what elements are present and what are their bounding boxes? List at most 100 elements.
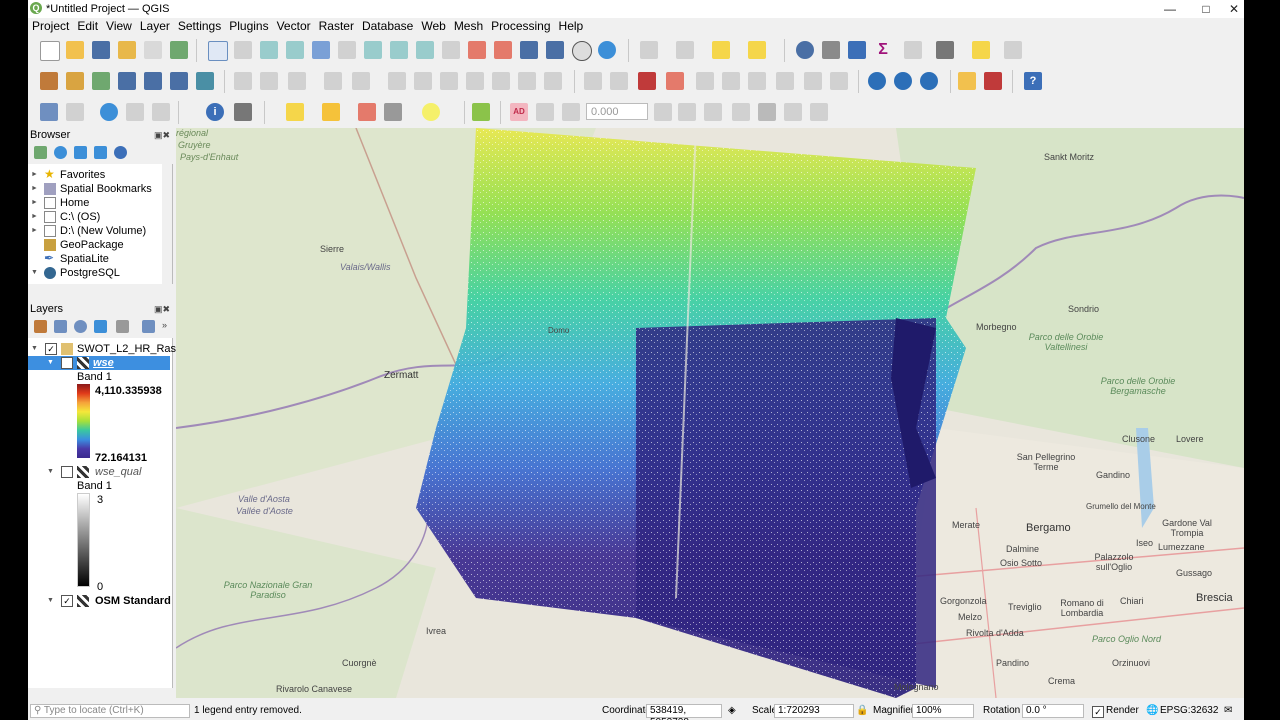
show-layout-manager-icon[interactable] [144, 41, 162, 59]
settings-tool-icon[interactable] [384, 103, 402, 121]
rotate-label-icon[interactable] [722, 72, 740, 90]
minimize-button[interactable]: — [1152, 0, 1188, 18]
add-virtual-layer-icon[interactable] [196, 72, 214, 90]
paste-features-icon[interactable] [492, 72, 510, 90]
menu-edit[interactable]: Edit [73, 18, 102, 35]
cad-grid-icon[interactable] [562, 103, 580, 121]
statistics-sum-icon[interactable]: Σ [874, 41, 892, 59]
browser-scrollbar[interactable] [162, 164, 172, 284]
show-bookmarks-icon[interactable] [546, 41, 564, 59]
modify-attributes-icon[interactable] [388, 72, 406, 90]
refresh-icon[interactable] [598, 41, 616, 59]
pan-to-selection-icon[interactable] [234, 41, 252, 59]
browser-item-bookmarks[interactable]: ► Spatial Bookmarks [28, 182, 168, 196]
highlight-labels-icon[interactable] [638, 72, 656, 90]
undo-icon[interactable] [518, 72, 536, 90]
layer-wse-qual[interactable]: ▼ wse_qual [28, 465, 168, 479]
browser-item-favorites[interactable]: ► ★ Favorites [28, 167, 168, 182]
select-by-polygon-icon[interactable] [358, 103, 376, 121]
select-features-icon[interactable] [640, 41, 658, 59]
coordinate-field[interactable]: 538419, 5052728 [646, 704, 722, 720]
zoom-last-icon[interactable] [416, 41, 434, 59]
rotation-field[interactable]: 0.0 ° [1022, 704, 1084, 718]
label-properties-icon[interactable] [804, 72, 822, 90]
toggle-editing-icon[interactable] [260, 72, 278, 90]
menu-plugins[interactable]: Plugins [225, 18, 272, 35]
add-raster-layer-icon[interactable] [170, 72, 188, 90]
menu-vector[interactable]: Vector [273, 18, 315, 35]
advanced-digitizing-icon[interactable]: AD [510, 103, 528, 121]
copy-features-icon[interactable] [466, 72, 484, 90]
coordinate-capture-icon[interactable] [40, 103, 58, 121]
close-panel-icon[interactable]: ▣✖ [154, 128, 170, 142]
label-abc-icon[interactable] [666, 72, 684, 90]
locator-search-icon[interactable] [1004, 41, 1022, 59]
menu-web[interactable]: Web [417, 18, 449, 35]
layers-hscrollbar[interactable] [28, 688, 172, 700]
gps-icon[interactable] [100, 103, 118, 121]
geometry-checker-icon[interactable] [126, 103, 144, 121]
render-checkbox[interactable]: ✓ [1092, 706, 1104, 718]
crs-icon[interactable]: 🌐 [1146, 705, 1158, 716]
zoom-to-selection-icon[interactable] [338, 41, 356, 59]
info-icon[interactable]: i [206, 103, 224, 121]
close-panel-icon[interactable]: ▣✖ [154, 302, 170, 316]
select-by-value-icon[interactable] [676, 41, 694, 59]
annotation-icon[interactable] [784, 103, 802, 121]
globe-settings-icon[interactable] [894, 72, 912, 90]
data-source-manager-icon[interactable] [40, 72, 58, 90]
measure-area-icon[interactable] [904, 41, 922, 59]
map-tips-icon[interactable] [972, 41, 990, 59]
globe-download-icon[interactable] [920, 72, 938, 90]
toggle-extent-icon[interactable]: ◈ [728, 705, 736, 716]
select-location-icon[interactable] [748, 41, 766, 59]
layer-styling-icon[interactable] [34, 320, 47, 333]
zoom-out-icon[interactable] [286, 41, 304, 59]
aq3-icon[interactable] [704, 103, 722, 121]
menu-processing[interactable]: Processing [487, 18, 554, 35]
layer-group-swot[interactable]: ▼ ✓ SWOT_L2_HR_Raste [28, 342, 185, 356]
label-tool-icon[interactable] [584, 72, 602, 90]
lock-scale-icon[interactable]: 🔒 [856, 705, 868, 716]
pin-labels-icon[interactable] [610, 72, 628, 90]
new-bookmark-icon[interactable] [520, 41, 538, 59]
group-checkbox[interactable]: ✓ [45, 343, 57, 355]
menu-view[interactable]: View [102, 18, 136, 35]
filter-legend-icon[interactable] [94, 320, 107, 333]
close-button[interactable]: ✕ [1224, 0, 1244, 18]
filter-browser-icon[interactable] [74, 146, 87, 159]
aq2-icon[interactable] [678, 103, 696, 121]
style-manager-icon[interactable] [170, 41, 188, 59]
scale-field[interactable]: 1:720293 [774, 704, 854, 718]
new-print-layout-icon[interactable] [118, 41, 136, 59]
select-rectangle-icon[interactable] [286, 103, 304, 121]
browser-item-d-drive[interactable]: ► D:\ (New Volume) [28, 224, 168, 238]
diagram-tool-icon[interactable] [830, 72, 848, 90]
vertex-tool-icon[interactable] [352, 72, 370, 90]
text-tool-icon[interactable] [732, 103, 750, 121]
wrench-icon[interactable] [234, 103, 252, 121]
move-label-icon[interactable] [696, 72, 714, 90]
browser-item-geopackage[interactable]: GeoPackage [28, 238, 168, 252]
add-vector-layer-icon[interactable] [66, 72, 84, 90]
zoom-full-icon[interactable] [312, 41, 330, 59]
properties-icon[interactable] [114, 146, 127, 159]
browser-item-home[interactable]: ► Home [28, 196, 168, 210]
cad-tool-icon[interactable] [536, 103, 554, 121]
zoom-next-icon[interactable] [442, 41, 460, 59]
refresh-browser-icon[interactable] [54, 146, 67, 159]
change-label-icon[interactable] [748, 72, 766, 90]
save-edits-icon[interactable] [288, 72, 306, 90]
attribute-list-icon[interactable] [322, 103, 340, 121]
add-group-icon[interactable] [54, 320, 67, 333]
globe-plugin-icon[interactable] [868, 72, 886, 90]
pan-map-icon[interactable] [208, 41, 228, 61]
topology-checker-icon[interactable] [152, 103, 170, 121]
processing-toolbox-icon[interactable] [848, 41, 866, 59]
new-project-icon[interactable] [40, 41, 60, 61]
manage-visibility-icon[interactable] [74, 320, 87, 333]
new-3d-view-icon[interactable] [494, 41, 512, 59]
crs-label[interactable]: EPSG:32632 [1160, 705, 1218, 716]
digitize-icon[interactable] [324, 72, 342, 90]
menu-database[interactable]: Database [358, 18, 417, 35]
